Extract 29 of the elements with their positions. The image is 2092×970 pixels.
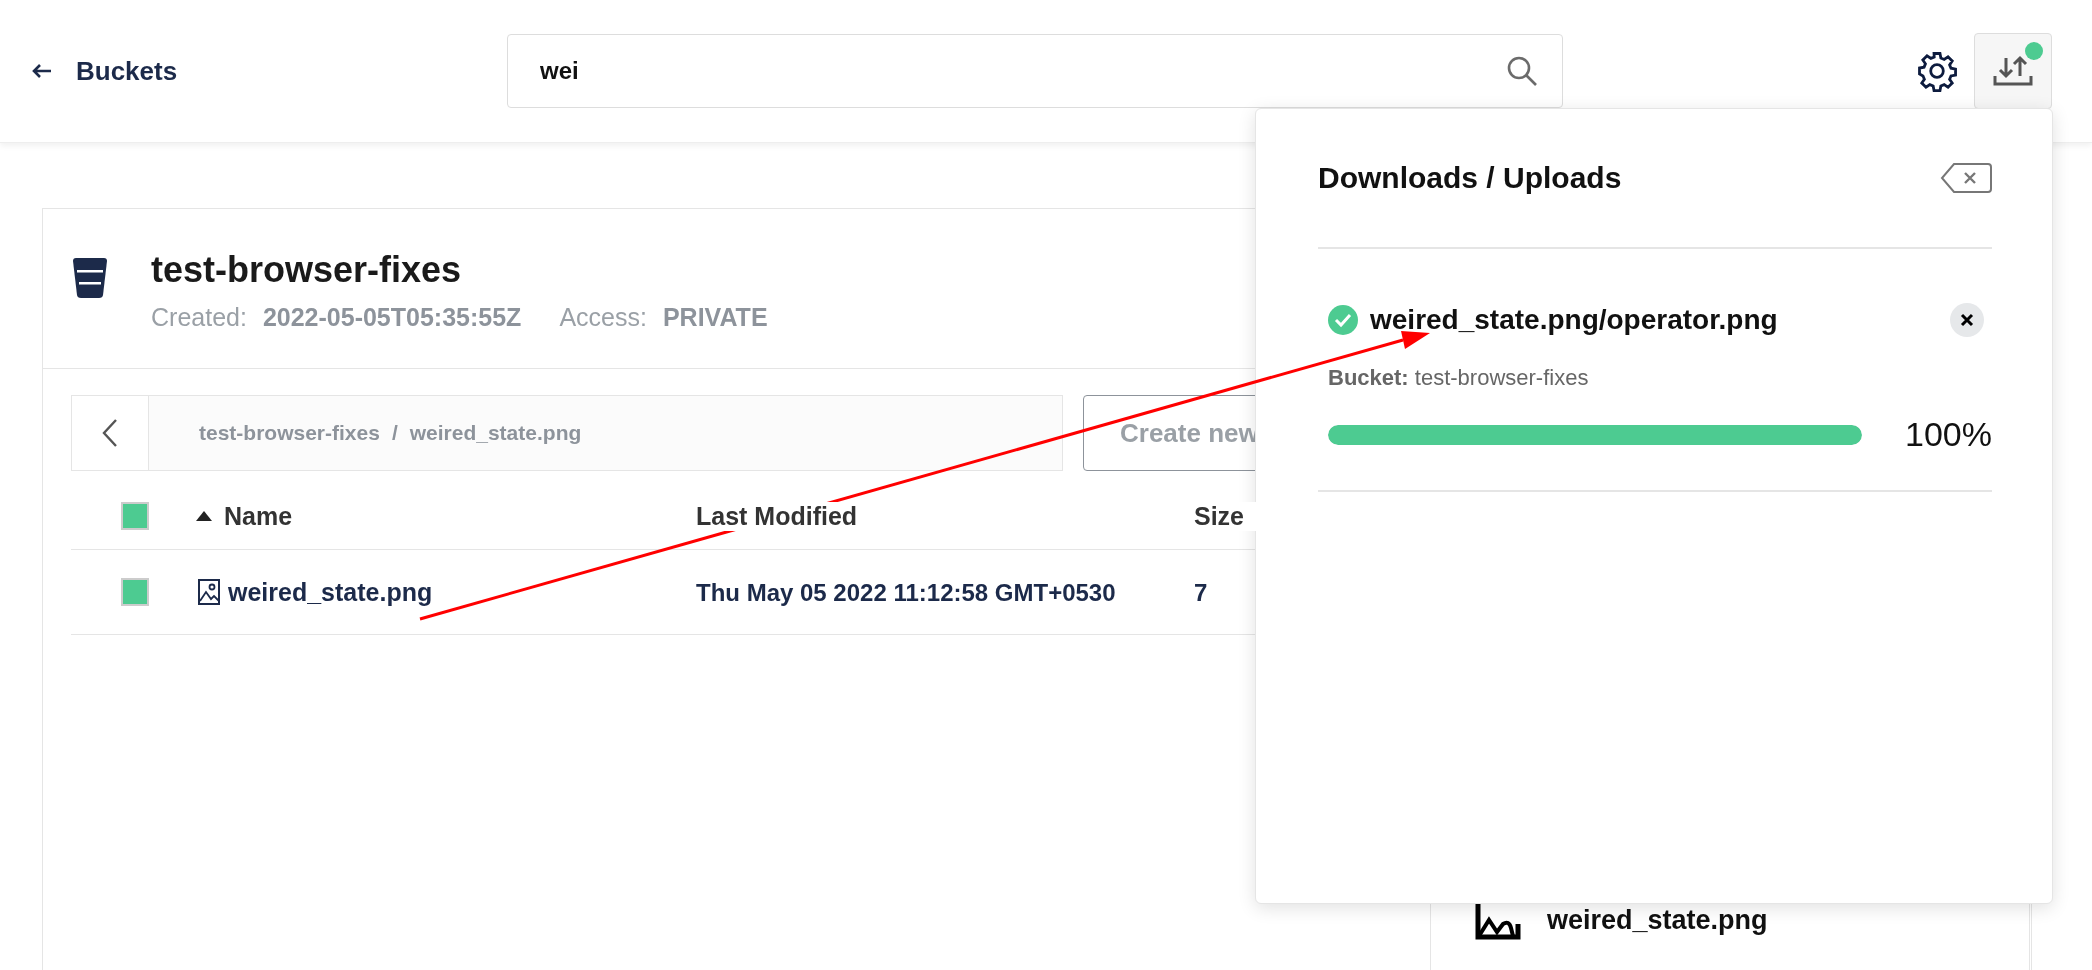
file-name: weired_state.png (1547, 904, 1768, 936)
breadcrumb-separator: / (391, 421, 398, 445)
transfer-name: weired_state.png/operator.png (1370, 304, 1779, 336)
access-label: Access: (559, 303, 647, 331)
clear-all-icon[interactable] (1940, 162, 1992, 194)
downloads-button[interactable] (1974, 33, 2052, 109)
checkbox[interactable] (120, 502, 149, 530)
sort-up-icon (196, 511, 212, 521)
settings-icon[interactable] (1916, 50, 1958, 92)
panel-title: Downloads / Uploads (1318, 161, 1622, 195)
back-link[interactable]: Buckets (32, 55, 507, 87)
chevron-left-icon (102, 418, 118, 448)
bucket-info: Bucket: test-browser-fixes (1328, 365, 1590, 391)
arrow-left-icon (32, 64, 52, 78)
file-name-link[interactable]: weired_state.png (228, 577, 433, 607)
search-field[interactable]: wei (507, 34, 1563, 108)
created-label: Created: (151, 303, 247, 331)
created-date: 2022-05-05T05:35:55Z (262, 303, 522, 331)
bucket-icon (71, 257, 109, 299)
close-button[interactable] (1950, 303, 1984, 337)
close-icon (1960, 313, 1974, 327)
image-file-icon (198, 579, 220, 605)
progress-reading: 100% (1905, 415, 1992, 454)
table-cell: 7 (1194, 578, 1208, 606)
table-cell: Thu May 05 2022 11:12:58 GMT+0530 (696, 578, 1116, 606)
search-icon[interactable] (1505, 54, 1539, 88)
checkbox[interactable] (120, 578, 149, 606)
bucket-name: test-browser-fixes (151, 249, 463, 291)
access-value: PRIVATE (662, 303, 768, 331)
